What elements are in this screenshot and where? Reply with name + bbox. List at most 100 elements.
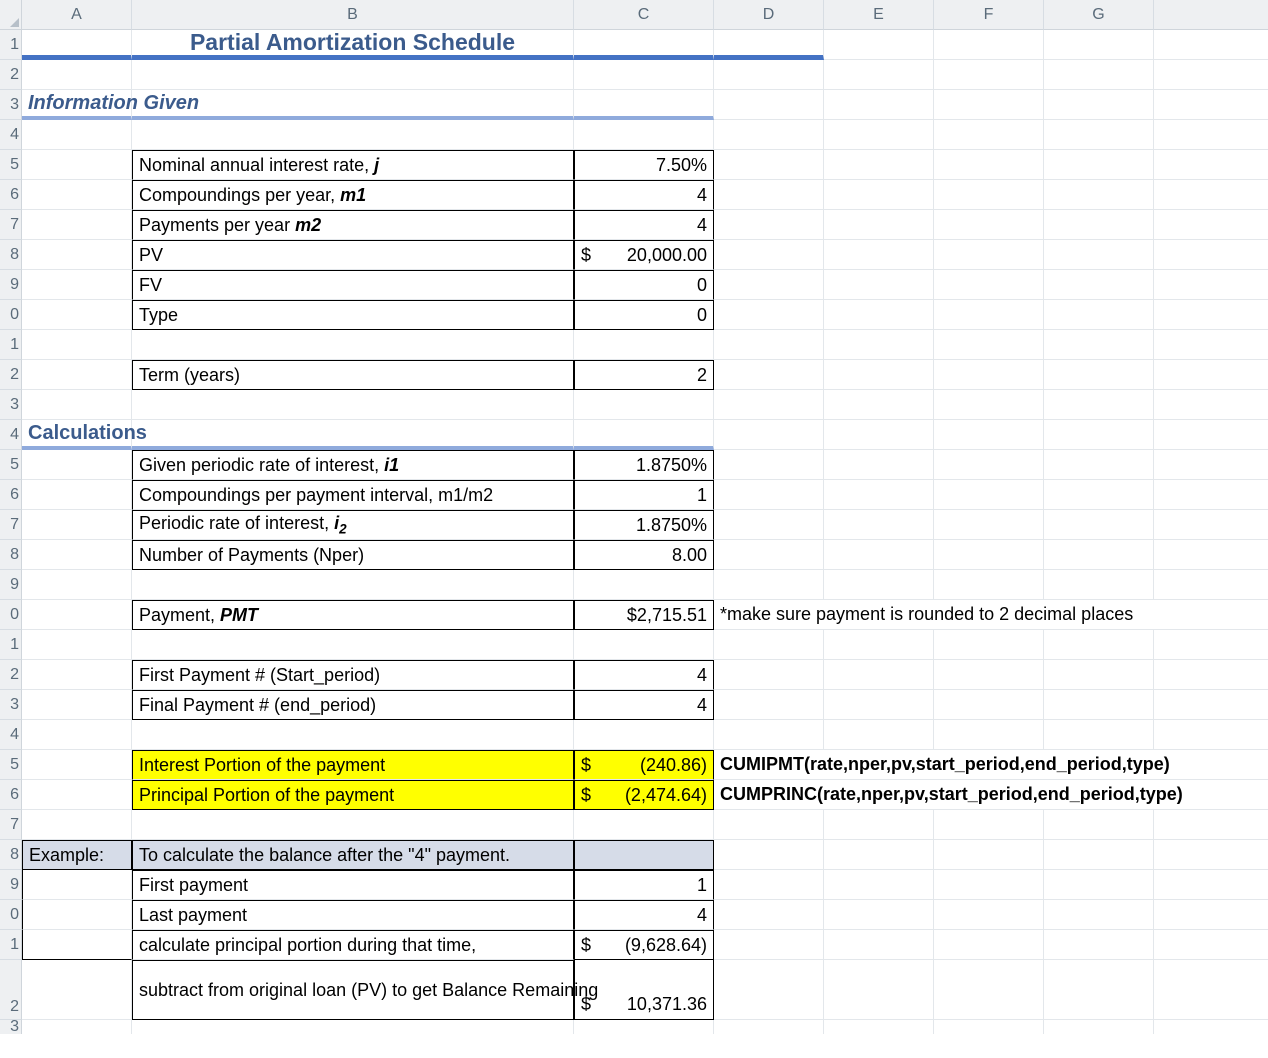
cell[interactable]	[934, 390, 1044, 420]
cell[interactable]	[22, 780, 132, 810]
cell[interactable]	[1154, 630, 1268, 660]
col-header-blank[interactable]	[1154, 0, 1268, 30]
cell[interactable]	[22, 270, 132, 300]
cell[interactable]	[934, 840, 1044, 870]
cell[interactable]	[714, 360, 824, 390]
cell[interactable]	[824, 720, 934, 750]
cell[interactable]	[934, 60, 1044, 90]
cell[interactable]	[1154, 600, 1268, 630]
cell[interactable]	[22, 630, 132, 660]
row-header[interactable]: 4	[0, 120, 22, 150]
cell-F1[interactable]	[934, 30, 1044, 60]
cell[interactable]	[1154, 510, 1268, 540]
cell[interactable]	[22, 690, 132, 720]
calc-final-value[interactable]: 4	[574, 690, 714, 720]
cell[interactable]	[22, 450, 132, 480]
calc-first-value[interactable]: 4	[574, 660, 714, 690]
cell[interactable]	[22, 960, 132, 1020]
cell[interactable]	[714, 510, 824, 540]
cell[interactable]	[132, 120, 574, 150]
cell[interactable]	[714, 870, 824, 900]
cell[interactable]	[1044, 210, 1154, 240]
cell[interactable]	[714, 330, 824, 360]
cell[interactable]	[574, 420, 714, 450]
cell[interactable]	[824, 870, 934, 900]
cell[interactable]	[22, 360, 132, 390]
cell[interactable]	[824, 660, 934, 690]
example-calcprin-value[interactable]: $(9,628.64)	[574, 930, 714, 960]
cell[interactable]	[714, 390, 824, 420]
calc-nper-value[interactable]: 8.00	[574, 540, 714, 570]
col-header-C[interactable]: C	[574, 0, 714, 30]
calc-periodic-rate-value[interactable]: 1.8750%	[574, 510, 714, 540]
cell[interactable]	[824, 540, 934, 570]
cell[interactable]	[1154, 930, 1268, 960]
row-header[interactable]: 2	[0, 60, 22, 90]
info-fv-label[interactable]: FV	[132, 270, 574, 300]
cell[interactable]	[934, 150, 1044, 180]
cell[interactable]	[714, 930, 824, 960]
cell[interactable]	[132, 1020, 574, 1034]
cell[interactable]	[934, 480, 1044, 510]
cell[interactable]	[1044, 240, 1154, 270]
calc-principal-label[interactable]: Principal Portion of the payment	[132, 780, 574, 810]
cell[interactable]	[934, 270, 1044, 300]
cell[interactable]	[824, 840, 934, 870]
calc-periodic-rate-label[interactable]: Periodic rate of interest, i2	[132, 510, 574, 540]
cell[interactable]	[1154, 90, 1268, 120]
cell[interactable]	[824, 450, 934, 480]
cell[interactable]	[714, 720, 824, 750]
row-header[interactable]: 9	[0, 270, 22, 300]
cell[interactable]	[22, 300, 132, 330]
cell[interactable]	[934, 120, 1044, 150]
row-header[interactable]: 0	[0, 600, 22, 630]
cell[interactable]	[1044, 420, 1154, 450]
row-header[interactable]: 1	[0, 30, 22, 60]
cell[interactable]	[1154, 750, 1268, 780]
row-header[interactable]: 8	[0, 840, 22, 870]
cell[interactable]	[22, 480, 132, 510]
cell[interactable]	[22, 330, 132, 360]
cell[interactable]	[22, 750, 132, 780]
calc-comp-per-pay-label[interactable]: Compoundings per payment interval, m1/m2	[132, 480, 574, 510]
cell-E1[interactable]	[824, 30, 934, 60]
cell[interactable]	[714, 180, 824, 210]
cell[interactable]	[1044, 810, 1154, 840]
row-header[interactable]: 7	[0, 810, 22, 840]
cell[interactable]	[934, 660, 1044, 690]
select-all-corner[interactable]	[0, 0, 22, 30]
cell[interactable]	[574, 1020, 714, 1034]
row-header[interactable]: 1	[0, 330, 22, 360]
cell[interactable]	[824, 510, 934, 540]
cell[interactable]	[1044, 570, 1154, 600]
cell[interactable]	[934, 870, 1044, 900]
cell[interactable]	[714, 210, 824, 240]
cell[interactable]	[714, 810, 824, 840]
cell[interactable]	[1044, 360, 1154, 390]
cell[interactable]	[1044, 60, 1154, 90]
cell[interactable]	[824, 330, 934, 360]
row-header[interactable]: 4	[0, 720, 22, 750]
cell[interactable]	[1154, 240, 1268, 270]
example-first-label[interactable]: First payment	[132, 870, 574, 900]
cell[interactable]	[934, 900, 1044, 930]
calc-pmt-label[interactable]: Payment, PMT	[132, 600, 574, 630]
info-comp-value[interactable]: 4	[574, 180, 714, 210]
row-header[interactable]: 5	[0, 150, 22, 180]
cell[interactable]	[714, 60, 824, 90]
row-header[interactable]: 0	[0, 300, 22, 330]
cell[interactable]	[934, 630, 1044, 660]
cell[interactable]	[824, 930, 934, 960]
info-pv-value[interactable]: $20,000.00	[574, 240, 714, 270]
section2-heading[interactable]: Calculations	[22, 420, 132, 450]
col-header-F[interactable]: F	[934, 0, 1044, 30]
info-rate-value[interactable]: 7.50%	[574, 150, 714, 180]
calc-first-label[interactable]: First Payment # (Start_period)	[132, 660, 574, 690]
calc-given-rate-value[interactable]: 1.8750%	[574, 450, 714, 480]
cell[interactable]	[1154, 300, 1268, 330]
cell[interactable]	[1044, 300, 1154, 330]
cell[interactable]	[1154, 570, 1268, 600]
cell[interactable]	[22, 570, 132, 600]
cell[interactable]	[934, 1020, 1044, 1034]
cell[interactable]	[824, 900, 934, 930]
